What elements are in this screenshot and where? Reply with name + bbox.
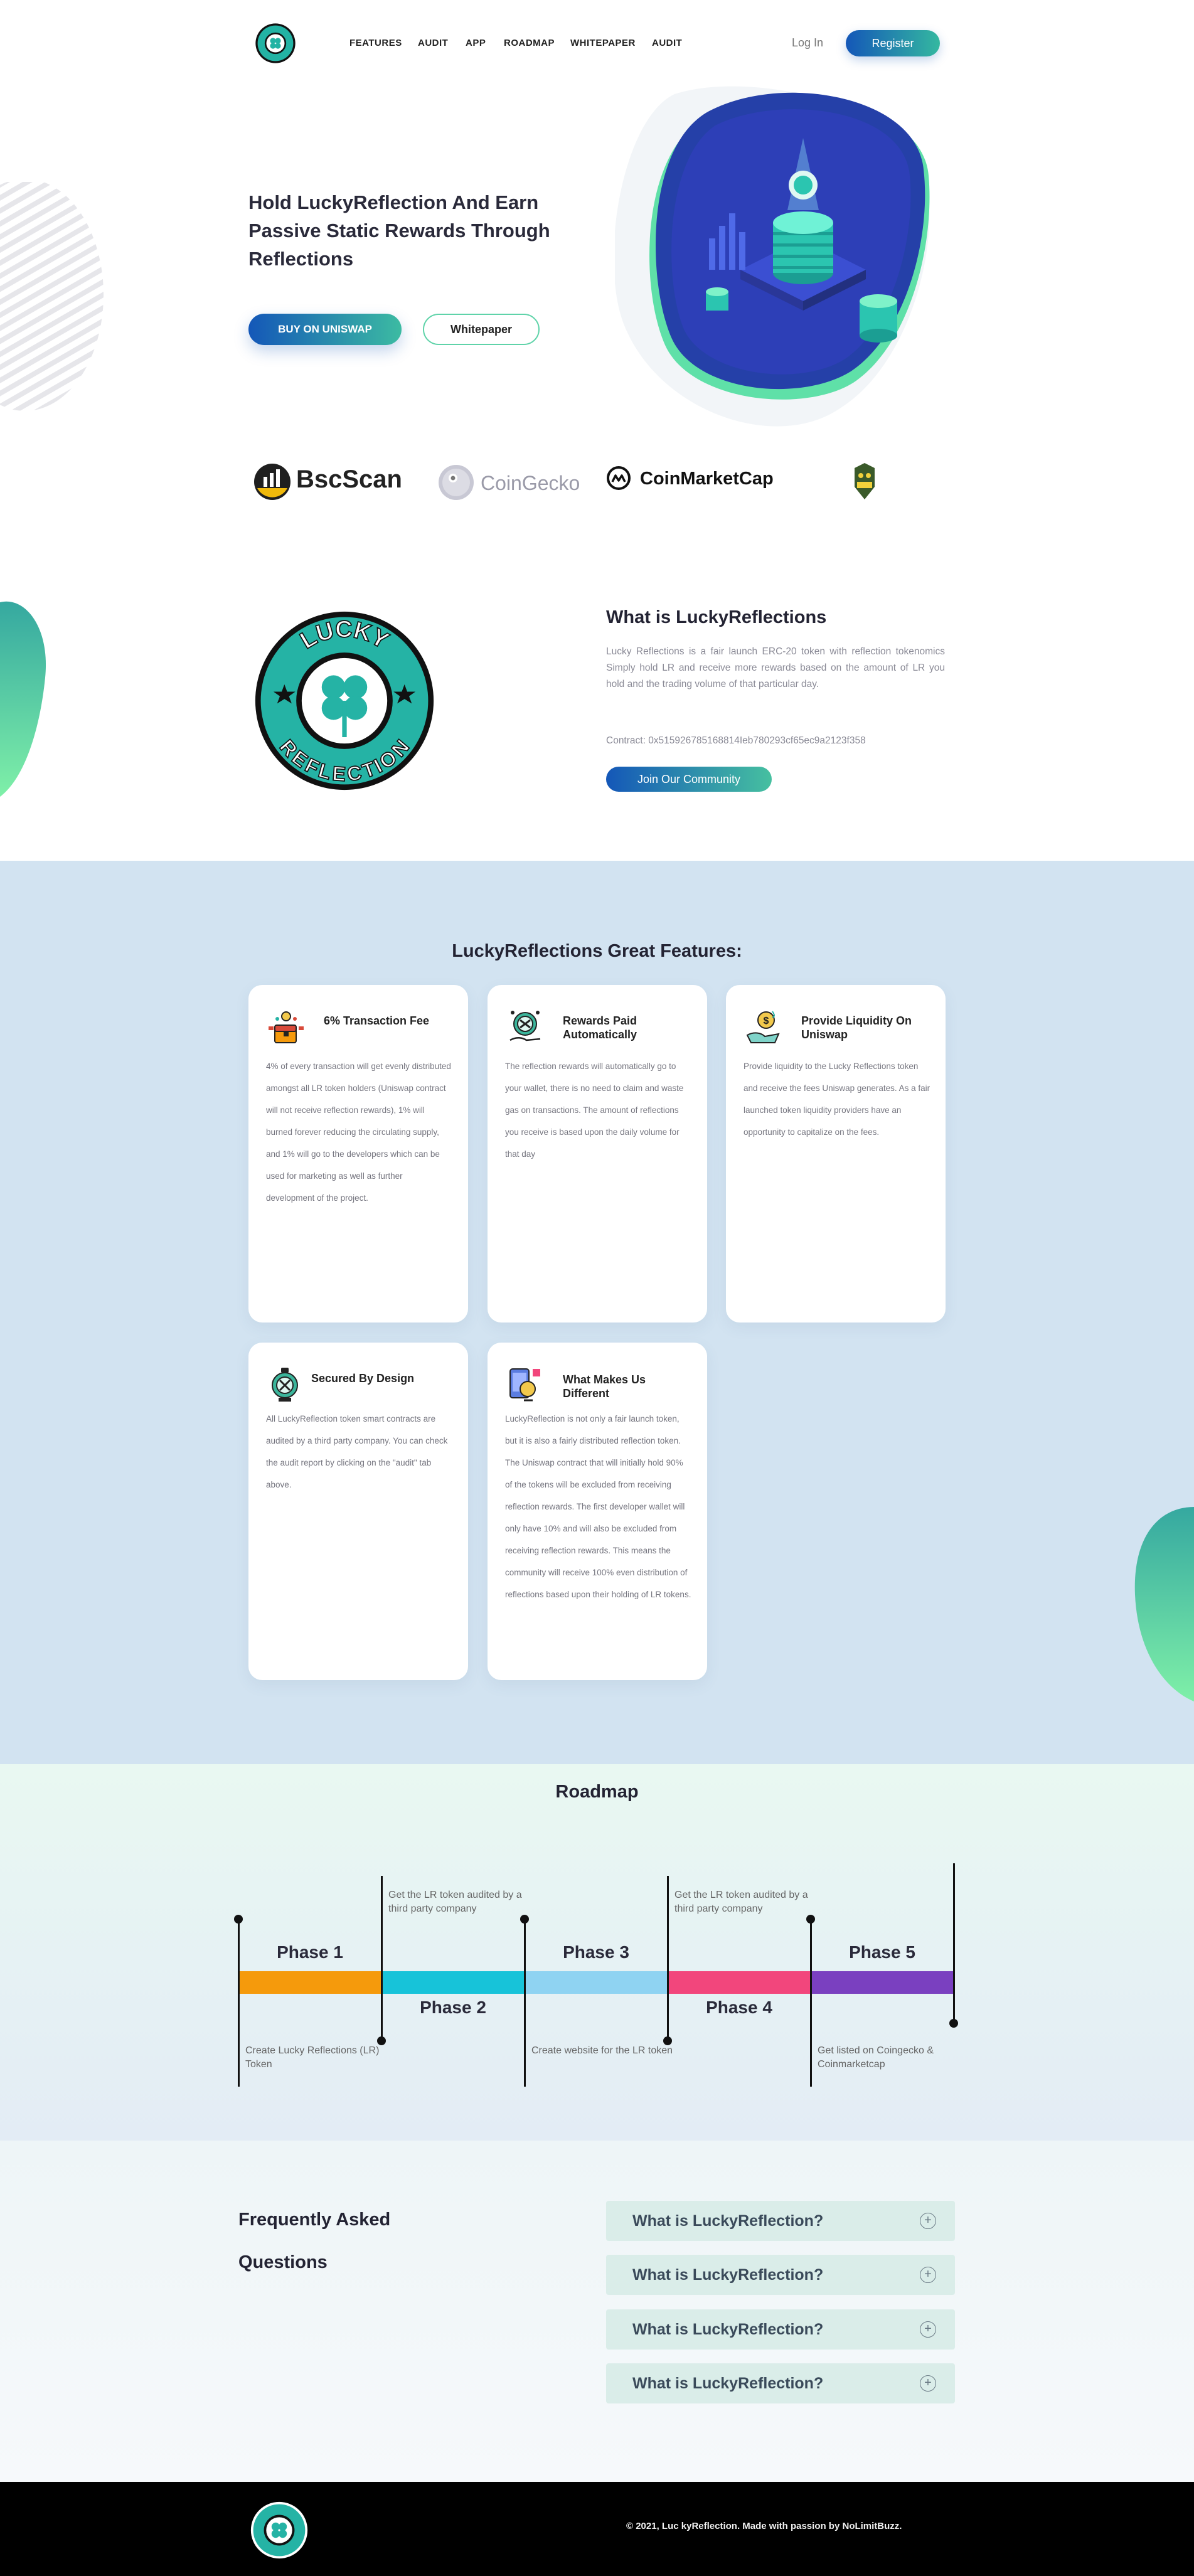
nav-audit[interactable]: AUDIT xyxy=(418,38,448,48)
phase-1-note: Create Lucky Reflections (LR) Token xyxy=(245,2045,380,2070)
nav-audit-2[interactable]: AUDIT xyxy=(652,38,682,48)
feature-card-text: Provide liquidity to the Lucky Reflectio… xyxy=(744,1062,930,1137)
phase-2-bar xyxy=(381,1971,525,1994)
roadmap-heading: Roadmap xyxy=(555,1782,639,1802)
nav-features[interactable]: FEATURES xyxy=(349,38,402,48)
login-link[interactable]: Log In xyxy=(792,36,823,50)
coingecko-icon xyxy=(439,465,474,500)
coinmarketcap-icon xyxy=(607,466,631,490)
site-logo[interactable] xyxy=(255,23,296,64)
liquidity-hand-icon: $ xyxy=(746,1011,780,1043)
footer: © 2021, Luc kyReflection. Made with pass… xyxy=(0,2482,1194,2576)
phase-4-bar xyxy=(668,1971,811,1994)
phase-2-line xyxy=(381,1876,383,2041)
expand-plus-icon[interactable]: + xyxy=(920,2375,936,2392)
phase-1-bar xyxy=(238,1971,381,1994)
coin-hand-icon xyxy=(509,1011,541,1041)
bscscan-logo-text[interactable]: BscScan xyxy=(296,466,402,494)
phase-1-dot xyxy=(234,1915,243,1924)
phase-1-label: Phase 1 xyxy=(277,1942,343,1962)
phase-3-line xyxy=(524,1919,526,2087)
features-heading: LuckyReflections Great Features: xyxy=(452,941,742,961)
feature-card-title: 6% Transaction Fee xyxy=(324,1014,430,1027)
faq-section: Frequently Asked Questions xyxy=(0,2141,1194,2482)
phase-5-note: Get listed on Coingecko & Coinmarketcap xyxy=(818,2045,934,2070)
register-button[interactable]: Register xyxy=(846,30,940,56)
nav-roadmap[interactable]: ROADMAP xyxy=(504,38,555,48)
bscscan-icon xyxy=(254,464,291,500)
phase-5-label: Phase 5 xyxy=(849,1942,915,1962)
feature-card-title: Secured By Design xyxy=(311,1372,415,1385)
faq-item[interactable]: What is LuckyReflection? + xyxy=(606,2363,955,2403)
feature-card-liquidity: $ Provide Liquidity On Uniswap Provide l… xyxy=(726,985,946,1323)
contract-address: Contract: 0x515926785168814Ieb780293cf65… xyxy=(606,735,866,746)
footer-logo[interactable] xyxy=(250,2501,309,2560)
expand-plus-icon[interactable]: + xyxy=(920,2321,936,2338)
phase-4-label: Phase 4 xyxy=(706,1998,772,2017)
faq-item[interactable]: What is LuckyReflection? + xyxy=(606,2309,955,2350)
svg-text:$: $ xyxy=(764,1016,769,1026)
feature-card-text: All LuckyReflection token smart contract… xyxy=(266,1414,448,1489)
timeline-end-line xyxy=(953,1863,955,2024)
whitepaper-button[interactable]: Whitepaper xyxy=(423,314,540,345)
decorative-stripes xyxy=(0,182,104,411)
nav-app[interactable]: APP xyxy=(466,38,486,48)
phase-4-line xyxy=(667,1876,669,2041)
expand-plus-icon[interactable]: + xyxy=(920,2267,936,2283)
phase-3-bar xyxy=(525,1971,668,1994)
phase-3-label: Phase 3 xyxy=(563,1942,629,1962)
phase-5-dot xyxy=(806,1915,815,1924)
feature-card-title: Rewards Paid Automatically xyxy=(563,1014,637,1041)
faq-question: What is LuckyReflection? xyxy=(632,2266,824,2284)
faq-question: What is LuckyReflection? xyxy=(632,2212,824,2230)
buy-on-uniswap-button[interactable]: BUY ON UNISWAP xyxy=(248,314,402,345)
feature-card-text: LuckyReflection is not only a fair launc… xyxy=(505,1414,691,1599)
about-heading: What is LuckyReflections xyxy=(606,607,827,627)
copyright-text: © 2021, Luc kyReflection. Made with pass… xyxy=(626,2521,902,2531)
phase-5-line xyxy=(810,1919,812,2087)
timeline-end-dot xyxy=(949,2019,958,2028)
about-paragraph: Lucky Reflections is a fair launch ERC-2… xyxy=(606,646,945,689)
faq-heading-line2: Questions xyxy=(238,2252,328,2272)
nav-whitepaper[interactable]: WHITEPAPER xyxy=(570,38,636,48)
join-community-button[interactable]: Join Our Community xyxy=(606,767,772,792)
secure-coin-icon xyxy=(272,1368,298,1402)
faq-heading-line1: Frequently Asked xyxy=(238,2210,391,2230)
coinmarketcap-logo-text[interactable]: CoinMarketCap xyxy=(640,469,774,489)
hero-illustration xyxy=(615,86,930,427)
hero-title: Hold LuckyReflection And Earn Passive St… xyxy=(248,191,550,270)
phase-3-note: Create website for the LR token xyxy=(531,2045,673,2056)
feature-card-text: 4% of every transaction will get evenly … xyxy=(266,1062,451,1203)
nolimitbuzz-logo[interactable] xyxy=(851,462,878,502)
phase-2-label: Phase 2 xyxy=(420,1998,486,2017)
feature-card-secured: Secured By Design All LuckyReflection to… xyxy=(248,1343,468,1680)
feature-card-title: What Makes Us Different xyxy=(563,1373,646,1400)
decorative-blob-right xyxy=(1134,1507,1194,1701)
expand-plus-icon[interactable]: + xyxy=(920,2213,936,2229)
feature-card-rewards: Rewards Paid Automatically The reflectio… xyxy=(488,985,707,1323)
phase-4-note: Get the LR token audited by a third part… xyxy=(674,1890,808,1914)
treasure-chest-icon xyxy=(269,1011,304,1043)
features-section: LuckyReflections Great Features: 6% Tran… xyxy=(0,861,1194,1764)
feature-card-fee: 6% Transaction Fee 4% of every transacti… xyxy=(248,985,468,1323)
faq-item[interactable]: What is LuckyReflection? + xyxy=(606,2255,955,2295)
feature-card-title: Provide Liquidity On Uniswap xyxy=(801,1014,912,1041)
feature-card-different: What Makes Us Different LuckyReflection … xyxy=(488,1343,707,1680)
phase-1-line xyxy=(238,1919,240,2087)
faq-question: What is LuckyReflection? xyxy=(632,2321,824,2338)
faq-item[interactable]: What is LuckyReflection? + xyxy=(606,2201,955,2241)
decorative-blob-left xyxy=(0,601,46,797)
phone-coin-icon xyxy=(509,1368,540,1402)
coingecko-logo-text[interactable]: CoinGecko xyxy=(481,472,580,495)
faq-question: What is LuckyReflection? xyxy=(632,2375,824,2392)
phase-3-dot xyxy=(520,1915,529,1924)
phase-2-note: Get the LR token audited by a third part… xyxy=(388,1890,522,1914)
feature-card-text: The reflection rewards will automaticall… xyxy=(505,1062,684,1159)
lucky-reflection-big-logo: LUCKY REFLECTION xyxy=(255,611,434,790)
phase-5-bar xyxy=(811,1971,954,1994)
